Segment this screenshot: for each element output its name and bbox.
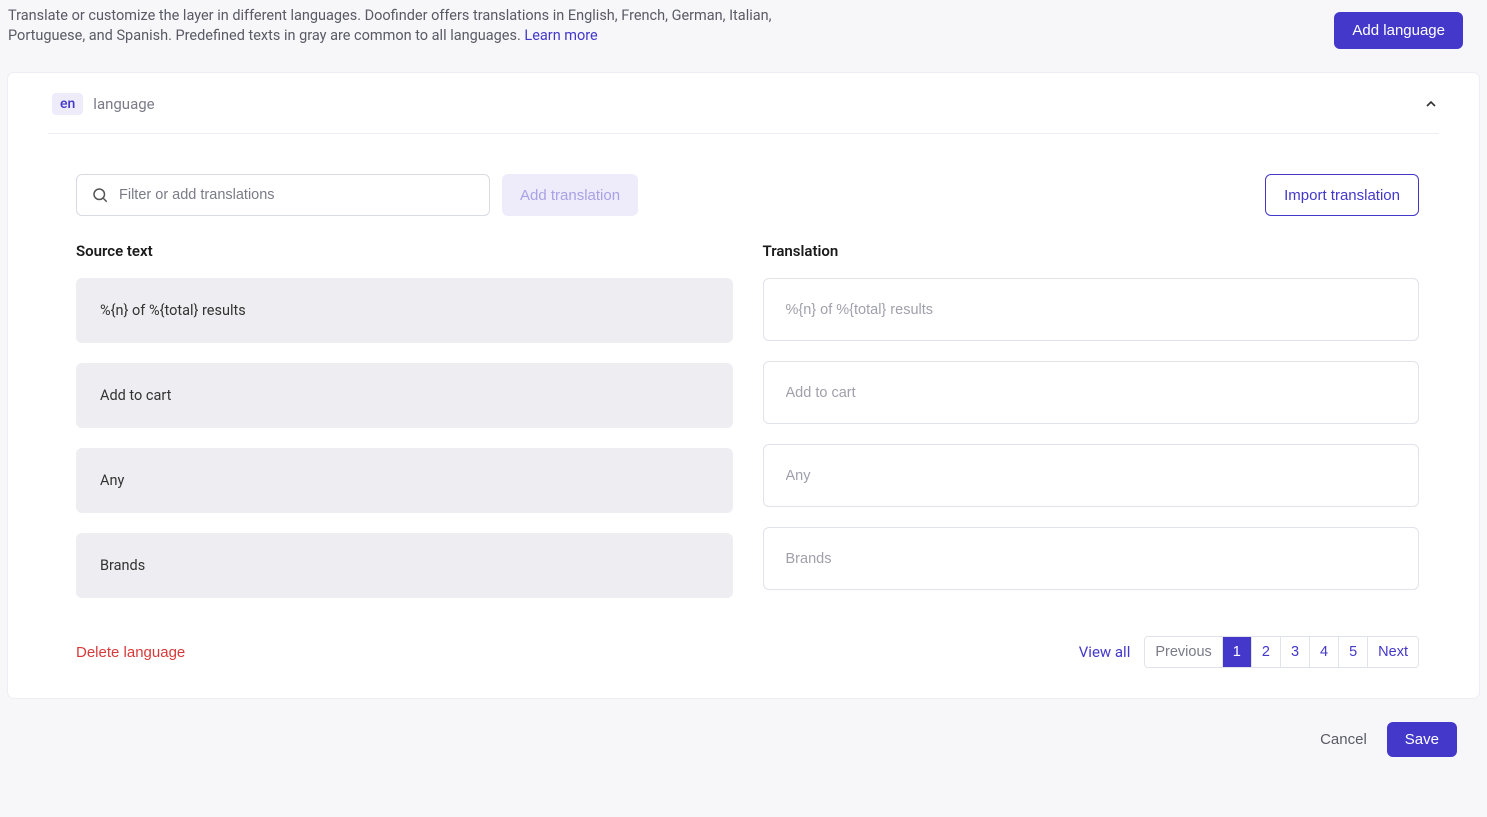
translation-cell — [763, 527, 1420, 590]
language-code-badge: en — [52, 93, 83, 115]
translation-cell — [763, 361, 1420, 424]
source-column-header: Source text — [76, 242, 733, 260]
pagination-page-4[interactable]: 4 — [1310, 637, 1339, 667]
import-translation-button[interactable]: Import translation — [1265, 174, 1419, 216]
pagination-previous[interactable]: Previous — [1145, 637, 1222, 667]
pagination-page-1[interactable]: 1 — [1223, 637, 1252, 667]
filter-input[interactable] — [119, 187, 475, 203]
translation-input[interactable] — [786, 468, 1397, 484]
pagination-page-3[interactable]: 3 — [1281, 637, 1310, 667]
language-card: en language Add translation Import trans… — [8, 73, 1479, 698]
translation-input[interactable] — [786, 385, 1397, 401]
page-description: Translate or customize the layer in diff… — [8, 6, 848, 47]
view-all-link[interactable]: View all — [1079, 643, 1131, 661]
description-text: Translate or customize the layer in diff… — [8, 7, 772, 44]
card-header[interactable]: en language — [8, 73, 1479, 133]
add-language-button[interactable]: Add language — [1334, 12, 1463, 49]
language-label: language — [93, 95, 154, 113]
source-cell: Add to cart — [76, 363, 733, 428]
pagination-page-5[interactable]: 5 — [1339, 637, 1368, 667]
source-cell: Any — [76, 448, 733, 513]
translation-input[interactable] — [786, 551, 1397, 567]
delete-language-button[interactable]: Delete language — [76, 644, 185, 661]
translation-column-header: Translation — [763, 242, 1420, 260]
search-icon — [91, 186, 109, 204]
translation-cell — [763, 278, 1420, 341]
translation-input[interactable] — [786, 302, 1397, 318]
source-cell: %{n} of %{total} results — [76, 278, 733, 343]
source-cell: Brands — [76, 533, 733, 598]
pagination-page-2[interactable]: 2 — [1252, 637, 1281, 667]
filter-input-wrapper[interactable] — [76, 174, 490, 216]
add-translation-button[interactable]: Add translation — [502, 174, 638, 216]
learn-more-link[interactable]: Learn more — [524, 27, 597, 44]
cancel-button[interactable]: Cancel — [1320, 731, 1367, 748]
save-button[interactable]: Save — [1387, 722, 1457, 757]
pagination: Previous 1 2 3 4 5 Next — [1144, 636, 1419, 668]
chevron-up-icon[interactable] — [1423, 96, 1439, 112]
pagination-next[interactable]: Next — [1368, 637, 1418, 667]
translation-cell — [763, 444, 1420, 507]
